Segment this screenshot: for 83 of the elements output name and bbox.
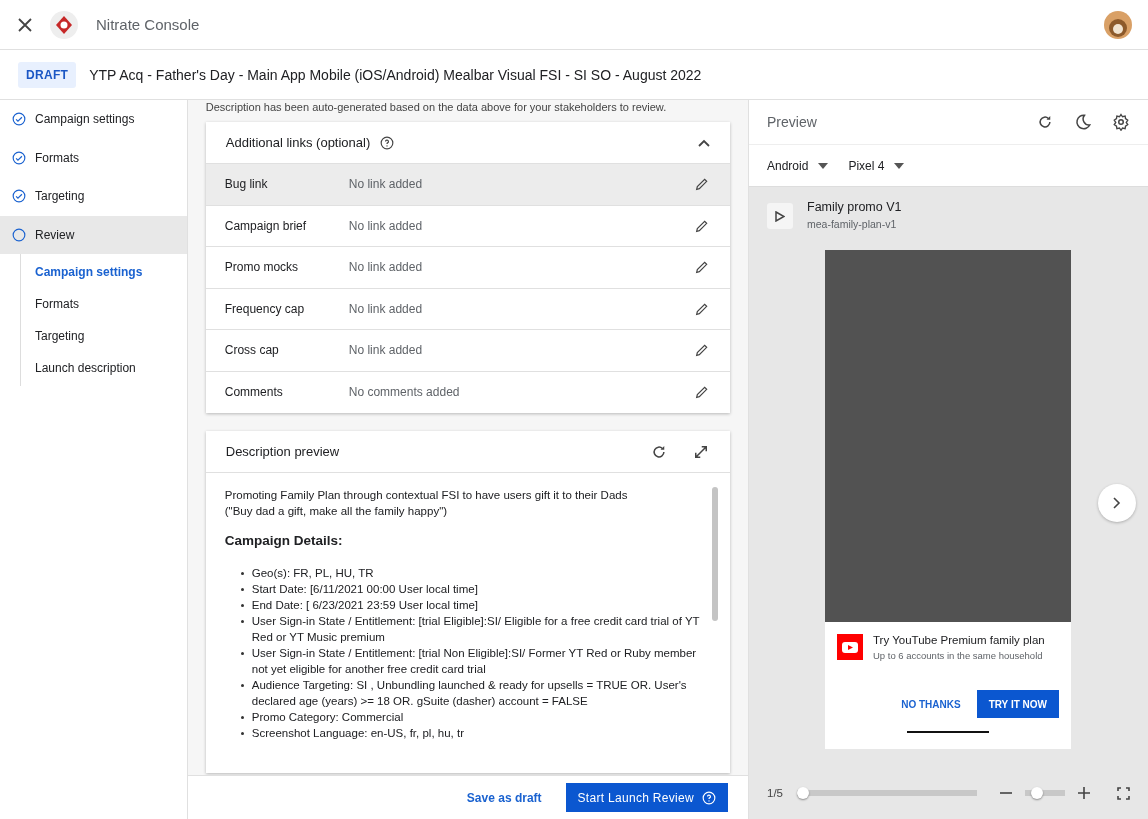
detail-item: Promo Category: Commercial: [251, 710, 404, 725]
link-label: Campaign brief: [224, 218, 308, 233]
card-title: Additional links (optional): [225, 135, 371, 150]
link-value: No link added: [348, 301, 424, 316]
collapse-button[interactable]: [698, 138, 710, 147]
caret-icon: [894, 162, 905, 169]
promo-id: mea-family-plan-v1: [807, 218, 898, 230]
link-label: Bug link: [224, 177, 269, 192]
link-value: No comments added: [348, 385, 461, 400]
status-badge: DRAFT: [18, 61, 77, 88]
platform-dropdown[interactable]: Android: [767, 158, 829, 173]
preview-title: Preview: [767, 114, 818, 130]
step-label: Review: [35, 227, 75, 242]
caret-icon: [818, 162, 829, 169]
chevron-right-icon: [1113, 497, 1121, 509]
link-value: No link added: [348, 343, 424, 358]
link-value: No link added: [348, 218, 424, 233]
intro-text: Description has been auto-generated based on the data above for your stakeholders to review.: [205, 100, 668, 114]
sidebar-subitem[interactable]: Formats: [21, 288, 187, 320]
slider-thumb[interactable]: [797, 787, 809, 799]
settings-icon[interactable]: [1112, 113, 1130, 131]
description-text: Promoting Family Plan through contextual FSI to have users gift it to their Dads: [224, 488, 629, 503]
mealbar-title: Try YouTube Premium family plan: [873, 634, 1045, 646]
device-dropdown[interactable]: Pixel 4: [848, 158, 905, 173]
check-circle-icon: [12, 189, 26, 204]
detail-item: User Sign-in State / Entitlement: [trial Non Eligible]:SI/ Former YT Red or Ruby member not yet eligible for another free credit card trial: [251, 646, 698, 677]
help-icon[interactable]: [380, 135, 395, 150]
edit-button[interactable]: [694, 259, 710, 276]
start-review-button[interactable]: Start Launch Review: [565, 783, 728, 812]
save-draft-button[interactable]: Save as draft: [460, 789, 548, 806]
link-label: Promo mocks: [224, 260, 300, 275]
edit-button[interactable]: [694, 342, 710, 359]
step-label: Targeting: [35, 189, 85, 204]
reload-icon[interactable]: [1036, 113, 1054, 131]
progress-slider[interactable]: [797, 787, 977, 799]
logo-icon: [50, 10, 78, 39]
check-circle-icon: [12, 112, 26, 127]
accept-button[interactable]: TRY IT NOW: [976, 690, 1059, 718]
sidebar-subitem[interactable]: Targeting: [21, 320, 187, 352]
step-label: Campaign settings: [35, 112, 135, 127]
dismiss-button[interactable]: NO THANKS: [895, 690, 967, 718]
link-value: No link added: [348, 260, 424, 275]
campaign-title: YTP Acq - Father's Day - Main App Mobile (iOS/Android) Mealbar Visual FSI - SI SO - August 2022: [89, 66, 702, 83]
link-value: No link added: [348, 177, 424, 192]
detail-item: Audience Targeting: SI , Unbundling launched & ready for upsells = TRUE OR. User's declared age (years) >= 18 OR. gSuite (dasher) account = FALSE: [251, 678, 688, 709]
link-label: Cross cap: [224, 343, 280, 358]
sidebar-subitem[interactable]: Launch description: [21, 352, 187, 384]
sidebar-step[interactable]: Review: [0, 215, 187, 254]
moon-icon[interactable]: [1074, 113, 1092, 131]
detail-item: User Sign-in State / Entitlement: [trial Eligible]:SI/ Eligible for a free credit card trial of YT Red or YT Music premium: [251, 614, 701, 645]
detail-item: Geo(s): FR, PL, HU, TR: [251, 566, 374, 581]
detail-item: End Date: [ 6/23/2021 23:59 User local time]: [251, 598, 479, 613]
sidebar-subitem[interactable]: Campaign settings: [21, 256, 187, 288]
section-heading: Campaign Details:: [224, 533, 344, 549]
fullscreen-icon[interactable]: [1117, 786, 1130, 800]
detail-item: Screenshot Language: en-US, fr, pl, hu, tr: [251, 726, 464, 741]
detail-item: Start Date: [6/11/2021 00:00 User local time]: [251, 582, 478, 597]
link-label: Comments: [224, 385, 284, 400]
help-icon: [702, 790, 716, 805]
slider-thumb[interactable]: [1030, 787, 1043, 799]
close-button[interactable]: [18, 17, 32, 32]
sidebar-step[interactable]: Targeting: [0, 177, 187, 216]
check-circle-icon: [12, 150, 26, 165]
link-label: Frequency cap: [224, 301, 306, 316]
promo-name: Family promo V1: [807, 200, 902, 214]
card-title: Description preview: [225, 444, 341, 459]
play-logo-icon: [837, 634, 863, 660]
app-title: Nitrate Console: [96, 16, 201, 33]
zoom-in-icon[interactable]: [1077, 786, 1091, 800]
zoom-slider[interactable]: [1025, 787, 1065, 799]
page-counter: 1/5: [767, 787, 783, 799]
step-label: Formats: [35, 150, 79, 165]
scrollbar[interactable]: [712, 487, 718, 621]
avatar[interactable]: [1104, 10, 1132, 39]
description-text: ("Buy dad a gift, make all the family happy"): [224, 504, 449, 519]
circle-icon: [12, 227, 26, 242]
play-icon: [775, 210, 785, 222]
sidebar-step[interactable]: Campaign settings: [0, 100, 187, 139]
mealbar-subtitle: Up to 6 accounts in the same household: [873, 650, 1044, 661]
sidebar-step[interactable]: Formats: [0, 138, 187, 177]
edit-button[interactable]: [694, 384, 710, 401]
play-button[interactable]: [767, 203, 793, 229]
edit-button[interactable]: [694, 176, 710, 193]
